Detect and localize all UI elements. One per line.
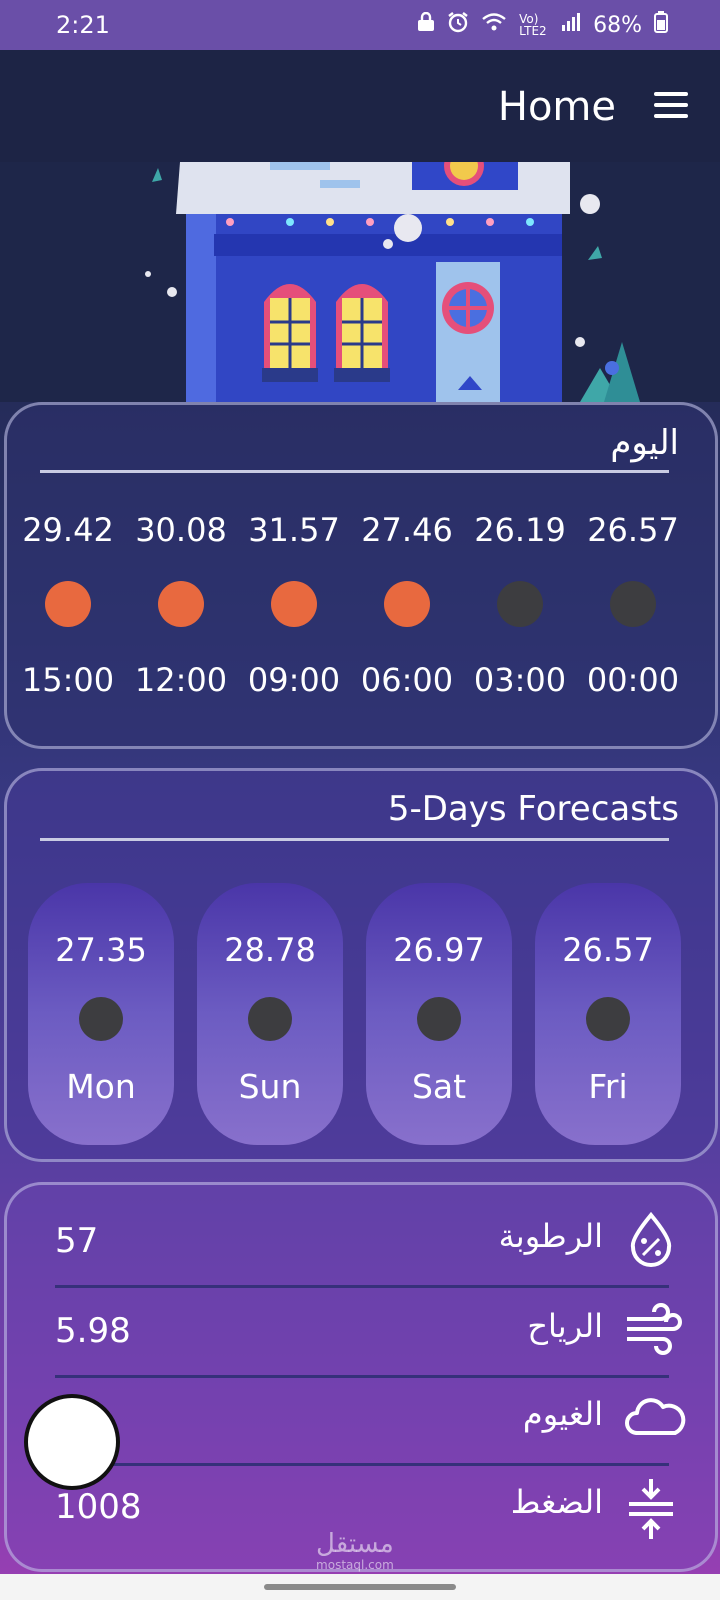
day-name: Sun xyxy=(238,1067,302,1106)
hour-temp: 26.57 xyxy=(587,511,679,549)
humidity-value: 57 xyxy=(55,1221,99,1261)
hour-forecast: 30.08 12:00 xyxy=(126,511,236,699)
day-forecast-sun[interactable]: 28.78 Sun xyxy=(197,883,343,1145)
hour-temp: 29.42 xyxy=(22,511,114,549)
battery-icon xyxy=(654,11,668,39)
day-temp: 26.57 xyxy=(562,931,654,969)
signal-icon xyxy=(561,12,581,38)
battery-percent: 68% xyxy=(593,12,642,38)
day-temp: 26.97 xyxy=(393,931,485,969)
humidity-icon xyxy=(623,1211,679,1267)
hour-time: 00:00 xyxy=(586,661,680,699)
wind-value: 5.98 xyxy=(55,1311,131,1351)
day-name: Fri xyxy=(588,1067,628,1106)
status-time: 2:21 xyxy=(56,11,110,39)
hour-time: 06:00 xyxy=(360,661,454,699)
forecast-title: 5-Days Forecasts xyxy=(387,789,679,829)
cloud-icon xyxy=(623,1389,686,1445)
floating-action-button[interactable] xyxy=(24,1394,120,1490)
moon-icon xyxy=(497,581,543,627)
hour-temp: 27.46 xyxy=(361,511,453,549)
moon-icon xyxy=(610,581,656,627)
pressure-icon xyxy=(623,1477,679,1539)
day-forecast-mon[interactable]: 27.35 Mon xyxy=(28,883,174,1145)
sun-icon xyxy=(271,581,317,627)
divider xyxy=(55,1463,669,1466)
forecast-title-underline xyxy=(40,838,669,841)
wifi-icon xyxy=(481,12,507,38)
hour-forecast: 29.42 15:00 xyxy=(13,511,123,699)
day-temp: 28.78 xyxy=(224,931,316,969)
day-forecast-fri[interactable]: 26.57 Fri xyxy=(535,883,681,1145)
day-temp: 27.35 xyxy=(55,931,147,969)
day-name: Mon xyxy=(66,1067,136,1106)
pressure-value: 1008 xyxy=(55,1487,142,1527)
navigation-bar xyxy=(0,1574,720,1600)
wind-icon xyxy=(623,1301,682,1357)
hour-forecast: 26.57 00:00 xyxy=(578,511,688,699)
alarm-icon xyxy=(447,11,469,39)
wind-row: 5.98 الرياح xyxy=(7,1295,715,1383)
hour-forecast: 27.46 06:00 xyxy=(352,511,462,699)
today-card: اليوم 29.42 15:00 30.08 12:00 31.57 09:0… xyxy=(4,402,718,749)
hour-time: 12:00 xyxy=(134,661,228,699)
today-title: اليوم xyxy=(610,423,679,463)
hour-forecast: 26.19 03:00 xyxy=(465,511,575,699)
hour-time: 03:00 xyxy=(473,661,567,699)
today-title-underline xyxy=(40,470,669,473)
app-bar: Home xyxy=(0,50,720,162)
gesture-handle[interactable] xyxy=(264,1584,456,1590)
divider xyxy=(55,1285,669,1288)
humidity-label: الرطوبة xyxy=(498,1217,603,1255)
details-card: 57 الرطوبة 5.98 الرياح الغيوم 1008 الضغط xyxy=(4,1182,718,1572)
watermark: مستقل mostaql.com xyxy=(316,1530,394,1572)
clouds-label: الغيوم xyxy=(522,1395,603,1433)
day-forecast-sat[interactable]: 26.97 Sat xyxy=(366,883,512,1145)
network-label: Vo) LTE2 xyxy=(519,12,547,38)
sun-icon xyxy=(158,581,204,627)
hour-temp: 31.57 xyxy=(248,511,340,549)
hour-temp: 30.08 xyxy=(135,511,227,549)
house-illustration xyxy=(0,162,720,402)
divider xyxy=(55,1375,669,1378)
watermark-subtext: mostaql.com xyxy=(316,1558,394,1572)
moon-icon xyxy=(586,997,630,1041)
hour-forecast: 31.57 09:00 xyxy=(239,511,349,699)
page-title: Home xyxy=(497,84,616,130)
hour-temp: 26.19 xyxy=(474,511,566,549)
lock-icon xyxy=(417,11,435,38)
forecast-card: 5-Days Forecasts 27.35 Mon 28.78 Sun 26.… xyxy=(4,768,718,1162)
hamburger-menu-icon[interactable] xyxy=(654,92,688,118)
status-icons: Vo) LTE2 68% xyxy=(417,11,668,39)
hour-time: 15:00 xyxy=(21,661,115,699)
status-bar: 2:21 Vo) LTE2 68% xyxy=(0,0,720,50)
hour-time: 09:00 xyxy=(247,661,341,699)
pressure-label: الضغط xyxy=(510,1483,603,1521)
sun-icon xyxy=(45,581,91,627)
humidity-row: 57 الرطوبة xyxy=(7,1205,715,1293)
moon-icon xyxy=(79,997,123,1041)
sun-icon xyxy=(384,581,430,627)
watermark-text: مستقل xyxy=(316,1529,394,1559)
day-name: Sat xyxy=(411,1067,467,1106)
moon-icon xyxy=(248,997,292,1041)
wind-label: الرياح xyxy=(527,1307,603,1345)
moon-icon xyxy=(417,997,461,1041)
